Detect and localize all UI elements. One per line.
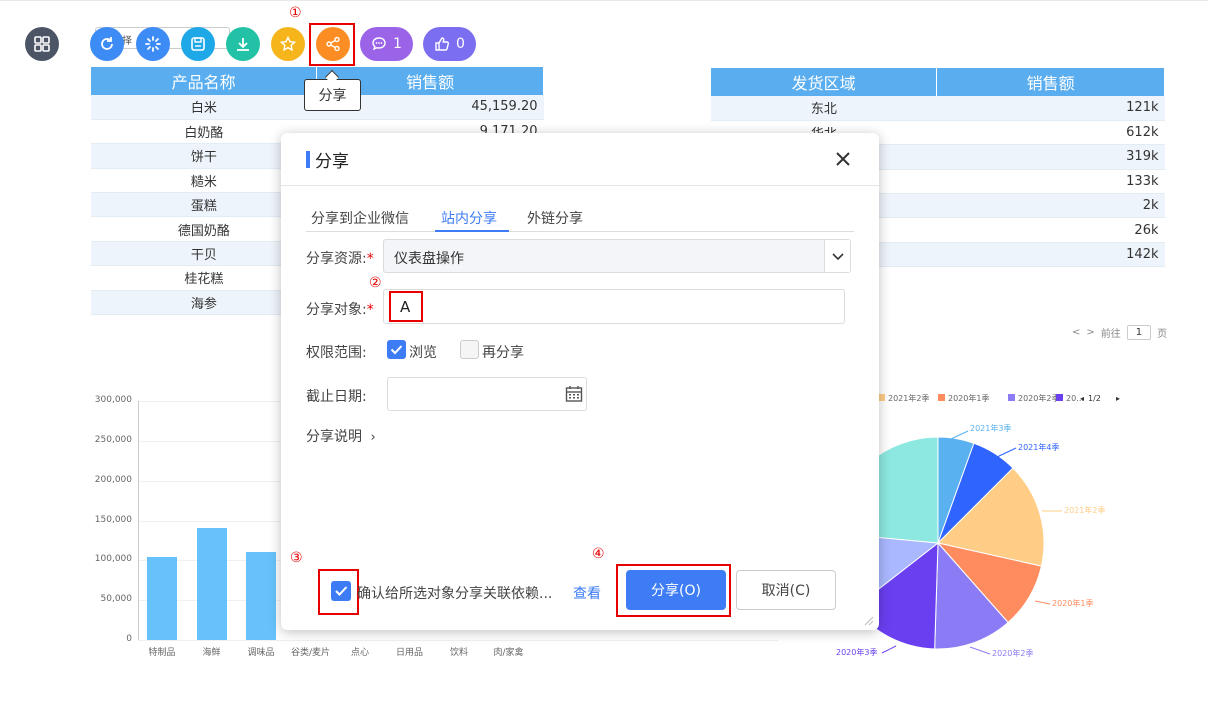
y-axis bbox=[138, 401, 139, 640]
share-confirm-button[interactable]: 分享(O) bbox=[626, 570, 726, 610]
resize-handle-icon[interactable] bbox=[864, 615, 874, 626]
target-label: 分享对象:* bbox=[306, 302, 374, 318]
y-tick-label: 0 bbox=[126, 634, 132, 644]
pie-label-line bbox=[1034, 600, 1051, 605]
sales-cell: 319k bbox=[936, 144, 1165, 170]
dialog-title: 分享 bbox=[315, 152, 349, 172]
pie-slice-label: 2021年4季 bbox=[1018, 442, 1059, 452]
pagination: < > 前往 1 页 bbox=[1072, 325, 1167, 340]
x-tick-label: 海鲜 bbox=[202, 648, 221, 658]
header-divider bbox=[281, 185, 879, 186]
x-tick-label: 日用品 bbox=[395, 648, 423, 658]
bar[interactable] bbox=[196, 527, 227, 640]
title-accent-bar bbox=[306, 151, 310, 168]
chevron-down-icon[interactable] bbox=[824, 240, 850, 272]
legend-swatch bbox=[938, 394, 945, 401]
reshare-checkbox[interactable] bbox=[460, 340, 479, 359]
y-tick-label: 50,000 bbox=[100, 594, 133, 605]
x-tick-label: 谷类/麦片 bbox=[290, 648, 331, 658]
pie-slice-label: 2020年1季 bbox=[1052, 598, 1093, 608]
legend-label[interactable]: 2021年2季 bbox=[888, 393, 929, 403]
reshare-label: 再分享 bbox=[482, 345, 524, 361]
target-tag-a[interactable]: A bbox=[389, 291, 423, 322]
tab-internal-share[interactable]: 站内分享 bbox=[441, 208, 497, 228]
pie-label-line bbox=[996, 447, 1017, 458]
pie-slice-label: 2020年2季 bbox=[992, 648, 1033, 658]
y-tick-label: 300,000 bbox=[94, 395, 132, 405]
bar[interactable] bbox=[246, 551, 276, 640]
pie-slice-label: 2021年2季 bbox=[1064, 505, 1105, 515]
sales-cell: 26k bbox=[936, 217, 1165, 243]
bar[interactable] bbox=[147, 557, 177, 640]
share-dialog: 分享 分享到企业微信 站内分享 外链分享 分享资源:* 仪表盘操作 ② 分享对象… bbox=[281, 133, 879, 630]
sales-cell: 121k bbox=[936, 96, 1165, 121]
gridline bbox=[138, 640, 778, 641]
tabs-divider bbox=[306, 231, 854, 232]
legend-swatch bbox=[1008, 394, 1015, 401]
confirm-dependency-label: 确认给所选对象分享关联依赖... bbox=[357, 586, 553, 602]
pie-label-line bbox=[969, 646, 991, 655]
next-page-button[interactable]: > bbox=[1086, 327, 1094, 338]
legend-label[interactable]: 2020年2季 bbox=[1018, 393, 1059, 403]
x-tick-label: 点心 bbox=[350, 648, 369, 658]
share-description-toggle[interactable]: 分享说明 › bbox=[306, 426, 376, 446]
legend-label[interactable]: 2020年1季 bbox=[948, 393, 989, 403]
active-tab-indicator bbox=[435, 230, 509, 232]
x-tick-label: 调味品 bbox=[247, 648, 275, 658]
legend-swatch bbox=[878, 394, 885, 401]
column-header-sales: 销售额 bbox=[936, 68, 1165, 96]
x-tick-label: 饮料 bbox=[449, 648, 468, 658]
calendar-icon[interactable] bbox=[565, 385, 583, 407]
deadline-date-input[interactable] bbox=[387, 377, 587, 411]
target-input[interactable] bbox=[383, 289, 845, 324]
x-tick-label: 特制品 bbox=[148, 648, 176, 658]
pie-label-line bbox=[950, 430, 969, 440]
page-number-input[interactable]: 1 bbox=[1126, 325, 1152, 340]
browse-checkbox[interactable] bbox=[387, 340, 406, 359]
y-tick-label: 150,000 bbox=[94, 514, 132, 525]
annotation-number-2: ② bbox=[369, 275, 382, 291]
tab-wechat-share[interactable]: 分享到企业微信 bbox=[311, 208, 409, 228]
page-unit-label: 页 bbox=[1157, 329, 1168, 340]
goto-label: 前往 bbox=[1100, 329, 1121, 340]
prev-page-button[interactable]: < bbox=[1072, 327, 1080, 338]
legend-next-icon[interactable]: ▸ bbox=[1116, 394, 1120, 403]
resource-select[interactable]: 仪表盘操作 bbox=[383, 239, 851, 273]
share-tooltip: 分享 bbox=[304, 79, 361, 111]
resource-label: 分享资源:* bbox=[306, 251, 374, 267]
annotation-number-4: ④ bbox=[592, 546, 605, 562]
view-dependencies-link[interactable]: 查看 bbox=[573, 583, 601, 603]
sales-cell: 612k bbox=[936, 120, 1165, 146]
pie-slice-label: 2021年3季 bbox=[970, 423, 1011, 433]
x-tick-label: 肉/家禽 bbox=[493, 648, 524, 658]
sales-cell: 142k bbox=[936, 242, 1165, 268]
browse-label: 浏览 bbox=[409, 345, 437, 361]
pie-slice-label: 2020年3季 bbox=[836, 647, 877, 657]
chevron-right-icon: › bbox=[370, 430, 376, 445]
close-icon[interactable] bbox=[833, 149, 853, 169]
y-tick-label: 100,000 bbox=[94, 554, 132, 565]
tab-external-link-share[interactable]: 外链分享 bbox=[527, 208, 583, 228]
deadline-label: 截止日期: bbox=[306, 389, 367, 405]
legend-swatch bbox=[1056, 394, 1063, 401]
cancel-button[interactable]: 取消(C) bbox=[736, 570, 836, 610]
y-tick-label: 250,000 bbox=[94, 434, 132, 445]
pie-label-line bbox=[881, 645, 897, 654]
sales-cell: 133k bbox=[936, 169, 1165, 195]
legend-page-indicator[interactable]: 1/2 bbox=[1088, 394, 1101, 403]
permission-label: 权限范围: bbox=[306, 345, 367, 361]
y-tick-label: 200,000 bbox=[94, 474, 132, 485]
sales-cell: 2k bbox=[936, 193, 1165, 219]
annotation-number-3: ③ bbox=[290, 550, 303, 566]
legend-prev-icon[interactable]: ◂ bbox=[1080, 394, 1084, 403]
confirm-dependency-checkbox[interactable] bbox=[331, 581, 351, 601]
